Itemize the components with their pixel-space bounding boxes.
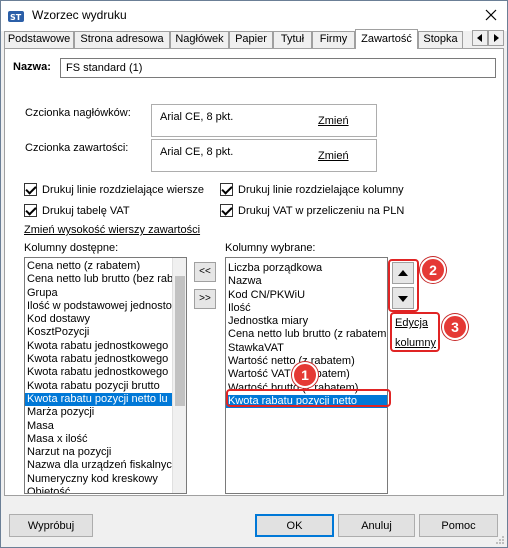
list-item[interactable]: Marża pozycji xyxy=(25,406,172,419)
vat-pln-checkbox[interactable]: Drukuj VAT w przeliczeniu na PLN xyxy=(220,204,404,217)
scroll-thumb[interactable] xyxy=(175,276,185,406)
list-item[interactable]: Kwota rabatu jednostkowego xyxy=(25,340,172,353)
list-item[interactable]: Kod CN/PKWiU xyxy=(226,289,387,302)
column-lines-checkbox[interactable]: Drukuj linie rozdzielające kolumny xyxy=(220,183,404,196)
add-column-button[interactable]: >> xyxy=(194,289,216,309)
move-down-button[interactable] xyxy=(392,287,414,309)
list-item[interactable]: Masa x ilość xyxy=(25,433,172,446)
list-item[interactable]: Ilość w podstawowej jednosto xyxy=(25,300,172,313)
row-lines-label: Drukuj linie rozdzielające wiersze xyxy=(42,183,205,196)
list-item[interactable]: Jednostka miary xyxy=(226,315,387,328)
available-columns-list[interactable]: Cena netto (z rabatem) Cena netto lub bru… xyxy=(24,257,187,494)
list-item[interactable]: Kwota rabatu pozycji brutto xyxy=(25,380,172,393)
list-item[interactable]: Cena netto (z rabatem) xyxy=(25,260,172,273)
list-item[interactable]: Nazwa xyxy=(226,275,387,288)
header-font-box: Arial CE, 8 pkt. Zmień xyxy=(151,104,377,137)
list-item[interactable]: Kwota rabatu jednostkowego xyxy=(25,366,172,379)
vat-table-checkbox[interactable]: Drukuj tabelę VAT xyxy=(24,204,130,217)
list-item[interactable]: Kod dostawy xyxy=(25,313,172,326)
checkbox-box[interactable] xyxy=(220,183,233,196)
list-item[interactable]: Cena netto lub brutto (z rabatem xyxy=(226,328,387,341)
content-font-label: Czcionka zawartości: xyxy=(25,142,129,154)
edit-column-link-line2[interactable]: kolumny xyxy=(395,337,436,349)
available-list-scrollbar[interactable] xyxy=(172,258,186,493)
header-font-label: Czcionka nagłówków: xyxy=(25,107,131,119)
edit-column-link-line1[interactable]: Edycja xyxy=(395,317,428,329)
list-item[interactable]: Kwota rabatu pozycji netto lu xyxy=(25,392,172,407)
list-item[interactable]: Grupa xyxy=(25,287,172,300)
column-lines-label: Drukuj linie rozdzielające kolumny xyxy=(238,183,404,196)
tab-stopka[interactable]: Stopka xyxy=(418,31,463,48)
svg-text:ST: ST xyxy=(10,13,22,22)
tab-scroll-right-icon[interactable] xyxy=(488,30,504,46)
vat-pln-label: Drukuj VAT w przeliczeniu na PLN xyxy=(238,204,405,217)
tab-scroll-left-icon[interactable] xyxy=(472,30,488,46)
annotation-badge-1: 1 xyxy=(292,362,318,388)
content-font-box: Arial CE, 8 pkt. Zmień xyxy=(151,139,377,172)
available-columns-label: Kolumny dostępne: xyxy=(24,242,119,254)
arrow-down-icon xyxy=(398,296,408,302)
selected-columns-label: Kolumny wybrane: xyxy=(225,242,316,254)
tab-podstawowe[interactable]: Podstawowe xyxy=(4,31,74,48)
list-item[interactable]: Narzut na pozycji xyxy=(25,446,172,459)
list-item[interactable]: Cena netto lub brutto (bez rab xyxy=(25,273,173,286)
tab-papier[interactable]: Papier xyxy=(229,31,273,48)
preview-button[interactable]: Wypróbuj xyxy=(9,514,93,537)
change-header-font-link[interactable]: Zmień xyxy=(318,115,349,127)
arrow-up-icon xyxy=(398,270,408,276)
tab-strip: Podstawowe Strona adresowa Nagłówek Papi… xyxy=(4,29,506,49)
window-title: Wzorzec wydruku xyxy=(32,8,127,22)
app-icon: ST xyxy=(8,11,24,22)
row-lines-checkbox[interactable]: Drukuj linie rozdzielające wiersze xyxy=(24,183,204,196)
name-input[interactable] xyxy=(60,58,496,78)
tab-panel-zawartosc: Nazwa: Czcionka nagłówków: Arial CE, 8 p… xyxy=(4,48,504,496)
selected-item-highlight xyxy=(226,389,391,407)
checkbox-box[interactable] xyxy=(220,204,233,217)
move-up-button[interactable] xyxy=(392,262,414,284)
cancel-button[interactable]: Anuluj xyxy=(338,514,415,537)
ok-button[interactable]: OK xyxy=(255,514,334,537)
row-height-link[interactable]: Zmień wysokość wierszy zawartości xyxy=(24,224,200,236)
list-item[interactable]: Objętość xyxy=(25,486,172,493)
name-label: Nazwa: xyxy=(13,61,51,73)
list-item[interactable]: Masa xyxy=(25,420,172,433)
list-item[interactable]: KosztPozycji xyxy=(25,326,172,339)
annotation-badge-2: 2 xyxy=(420,257,446,283)
annotation-badge-3: 3 xyxy=(442,314,468,340)
list-item[interactable]: Nazwa dla urządzeń fiskalnych xyxy=(25,459,178,472)
tab-zawartosc[interactable]: Zawartość xyxy=(355,29,418,49)
list-item[interactable]: Ilość xyxy=(226,302,387,315)
print-template-dialog: ST Wzorzec wydruku Podstawowe Strona adr… xyxy=(0,0,508,548)
content-font-value: Arial CE, 8 pkt. xyxy=(160,146,234,158)
list-item[interactable]: Numeryczny kod kreskowy xyxy=(25,473,172,486)
change-content-font-link[interactable]: Zmień xyxy=(318,150,349,162)
close-icon[interactable] xyxy=(481,6,501,24)
header-font-value: Arial CE, 8 pkt. xyxy=(160,111,234,123)
tab-strona-adresowa[interactable]: Strona adresowa xyxy=(74,31,170,48)
resize-grip-icon[interactable] xyxy=(495,535,505,545)
tab-tytul[interactable]: Tytuł xyxy=(273,31,312,48)
tab-naglowek[interactable]: Nagłówek xyxy=(170,31,229,48)
checkbox-box[interactable] xyxy=(24,183,37,196)
vat-table-label: Drukuj tabelę VAT xyxy=(42,204,130,217)
title-bar: ST Wzorzec wydruku xyxy=(1,1,507,31)
list-item[interactable]: StawkaVAT xyxy=(226,342,387,355)
checkbox-box[interactable] xyxy=(24,204,37,217)
list-item[interactable]: Kwota rabatu jednostkowego xyxy=(25,353,172,366)
list-item[interactable]: Liczba porządkowa xyxy=(226,262,387,275)
tab-firmy[interactable]: Firmy xyxy=(312,31,355,48)
help-button[interactable]: Pomoc xyxy=(419,514,498,537)
remove-column-button[interactable]: << xyxy=(194,262,216,282)
